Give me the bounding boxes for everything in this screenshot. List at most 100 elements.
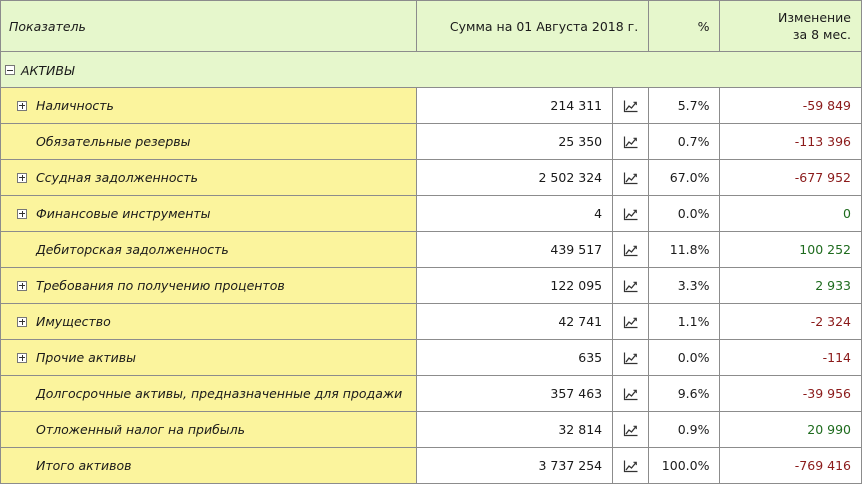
- chart-button[interactable]: [612, 411, 650, 448]
- line-chart-icon[interactable]: [623, 386, 638, 401]
- section-label: АКТИВЫ: [21, 62, 75, 78]
- row-name-cell: Прочие активы: [0, 339, 418, 376]
- row-change: 2 933: [719, 267, 862, 304]
- row-sum: 635: [416, 339, 614, 376]
- row-name-cell: Дебиторская задолженность: [0, 231, 418, 268]
- row-change: -677 952: [719, 159, 862, 196]
- column-header-indicator[interactable]: Показатель: [0, 0, 418, 52]
- column-header-sum[interactable]: Сумма на 01 Августа 2018 г.: [416, 0, 650, 52]
- row-name: Дебиторская задолженность: [36, 242, 229, 257]
- row-name-cell: Наличность: [0, 87, 418, 124]
- table-row: Наличность 214 311 5.7% -59 849: [0, 87, 862, 124]
- column-header-percent[interactable]: %: [648, 0, 721, 52]
- row-change: -2 324: [719, 303, 862, 340]
- chart-button[interactable]: [612, 231, 650, 268]
- row-name-cell: Обязательные резервы: [0, 123, 418, 160]
- line-chart-icon[interactable]: [623, 98, 638, 113]
- row-percent: 0.0%: [648, 195, 721, 232]
- line-chart-icon[interactable]: [623, 206, 638, 221]
- row-percent: 67.0%: [648, 159, 721, 196]
- row-name-cell: Итого активов: [0, 447, 418, 484]
- row-name-cell: Финансовые инструменты: [0, 195, 418, 232]
- expand-icon[interactable]: [17, 100, 27, 111]
- row-name-cell: Требования по получению процентов: [0, 267, 418, 304]
- row-sum: 214 311: [416, 87, 614, 124]
- section-row-assets[interactable]: АКТИВЫ: [0, 51, 862, 88]
- chart-button[interactable]: [612, 195, 650, 232]
- chart-button[interactable]: [612, 339, 650, 376]
- row-name: Требования по получению процентов: [36, 278, 285, 293]
- row-change: -769 416: [719, 447, 862, 484]
- row-percent: 3.3%: [648, 267, 721, 304]
- expand-icon[interactable]: [17, 280, 27, 291]
- table-row: Дебиторская задолженность 439 517 11.8% 100…: [0, 231, 862, 268]
- header-row: Показатель Сумма на 01 Августа 2018 г. %…: [0, 0, 862, 52]
- row-percent: 0.7%: [648, 123, 721, 160]
- table-row: Требования по получению процентов 122 095…: [0, 267, 862, 304]
- row-sum: 25 350: [416, 123, 614, 160]
- chart-button[interactable]: [612, 159, 650, 196]
- line-chart-icon[interactable]: [623, 314, 638, 329]
- table-row: Ссудная задолженность 2 502 324 67.0% -677 …: [0, 159, 862, 196]
- row-change: -113 396: [719, 123, 862, 160]
- table-row: Отложенный налог на прибыль 32 814 0.9% 20 …: [0, 411, 862, 448]
- row-name: Имущество: [36, 314, 111, 329]
- row-percent: 0.9%: [648, 411, 721, 448]
- row-sum: 439 517: [416, 231, 614, 268]
- column-header-change[interactable]: Изменение за 8 мес.: [719, 0, 862, 52]
- row-name-cell: Имущество: [0, 303, 418, 340]
- row-name: Наличность: [36, 98, 114, 113]
- table-row: Прочие активы 635 0.0% -114: [0, 339, 862, 376]
- row-percent: 100.0%: [648, 447, 721, 484]
- table-row: Обязательные резервы 25 350 0.7% -113 396: [0, 123, 862, 160]
- chart-button[interactable]: [612, 375, 650, 412]
- line-chart-icon[interactable]: [623, 242, 638, 257]
- row-name: Итого активов: [36, 458, 132, 473]
- column-header-change-line1: Изменение: [778, 10, 851, 25]
- row-change: -59 849: [719, 87, 862, 124]
- expand-icon[interactable]: [17, 316, 27, 327]
- row-name-cell: Отложенный налог на прибыль: [0, 411, 418, 448]
- line-chart-icon[interactable]: [623, 350, 638, 365]
- balance-table: Показатель Сумма на 01 Августа 2018 г. %…: [0, 0, 862, 484]
- line-chart-icon[interactable]: [623, 134, 638, 149]
- row-name: Обязательные резервы: [36, 134, 191, 149]
- expand-icon[interactable]: [17, 352, 27, 363]
- expand-icon[interactable]: [17, 208, 27, 219]
- row-name: Долгосрочные активы, предназначенные для…: [36, 386, 403, 401]
- row-change: 100 252: [719, 231, 862, 268]
- row-name-cell: Ссудная задолженность: [0, 159, 418, 196]
- row-sum: 4: [416, 195, 614, 232]
- line-chart-icon[interactable]: [623, 278, 638, 293]
- row-sum: 2 502 324: [416, 159, 614, 196]
- line-chart-icon[interactable]: [623, 458, 638, 473]
- row-percent: 9.6%: [648, 375, 721, 412]
- row-name-cell: Долгосрочные активы, предназначенные для…: [0, 375, 418, 412]
- chart-button[interactable]: [612, 303, 650, 340]
- expand-icon[interactable]: [17, 172, 27, 183]
- row-change: 20 990: [719, 411, 862, 448]
- chart-button[interactable]: [612, 447, 650, 484]
- row-sum: 357 463: [416, 375, 614, 412]
- table-row: Долгосрочные активы, предназначенные для…: [0, 375, 862, 412]
- row-sum: 32 814: [416, 411, 614, 448]
- row-change: 0: [719, 195, 862, 232]
- row-name: Отложенный налог на прибыль: [36, 422, 246, 437]
- chart-button[interactable]: [612, 87, 650, 124]
- line-chart-icon[interactable]: [623, 422, 638, 437]
- row-name: Прочие активы: [36, 350, 137, 365]
- row-percent: 5.7%: [648, 87, 721, 124]
- row-sum: 122 095: [416, 267, 614, 304]
- row-percent: 11.8%: [648, 231, 721, 268]
- line-chart-icon[interactable]: [623, 170, 638, 185]
- row-change: -39 956: [719, 375, 862, 412]
- table-row: Финансовые инструменты 4 0.0% 0: [0, 195, 862, 232]
- row-sum: 3 737 254: [416, 447, 614, 484]
- row-sum: 42 741: [416, 303, 614, 340]
- collapse-icon[interactable]: [5, 65, 15, 75]
- row-name: Финансовые инструменты: [36, 206, 211, 221]
- table-row: Итого активов 3 737 254 100.0% -769 416: [0, 447, 862, 484]
- chart-button[interactable]: [612, 123, 650, 160]
- section-cell: АКТИВЫ: [0, 51, 862, 88]
- chart-button[interactable]: [612, 267, 650, 304]
